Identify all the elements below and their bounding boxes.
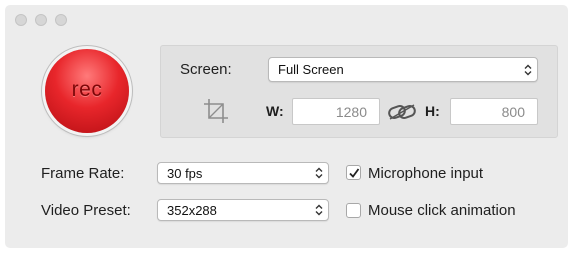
screen-label: Screen: [180,61,232,78]
checkmark-icon [348,167,359,178]
mouse-click-label: Mouse click animation [368,202,516,219]
height-value: 800 [501,103,525,120]
width-field[interactable]: 1280 [292,98,380,125]
microphone-label: Microphone input [368,165,484,182]
frame-rate-label: Frame Rate: [41,165,125,182]
crop-icon[interactable] [202,97,230,130]
microphone-checkbox[interactable] [346,165,361,180]
video-preset-select[interactable]: 352x288 [157,199,329,221]
mouse-click-checkbox[interactable] [346,203,361,218]
height-field[interactable]: 800 [450,98,538,125]
width-value: 1280 [335,103,367,120]
recorder-window: rec Screen: Full Screen W: 1280 H: 800 F… [5,5,568,248]
chevron-updown-icon [315,204,323,216]
width-label: W: [266,103,284,119]
screen-select-value: Full Screen [278,62,344,77]
frame-rate-value: 30 fps [167,165,203,181]
link-chain-icon[interactable] [387,102,417,127]
chevron-updown-icon [315,167,323,179]
record-button[interactable]: rec [45,49,129,133]
zoom-button[interactable] [55,14,67,26]
video-preset-value: 352x288 [167,202,217,218]
height-label: H: [425,103,440,119]
chevron-updown-icon [524,64,532,76]
screen-select[interactable]: Full Screen [268,57,538,82]
record-button-label: rec [71,78,103,101]
close-button[interactable] [15,14,27,26]
frame-rate-select[interactable]: 30 fps [157,162,329,184]
video-preset-label: Video Preset: [41,202,131,219]
capture-area-group: Screen: Full Screen W: 1280 H: 800 [160,45,558,138]
minimize-button[interactable] [35,14,47,26]
